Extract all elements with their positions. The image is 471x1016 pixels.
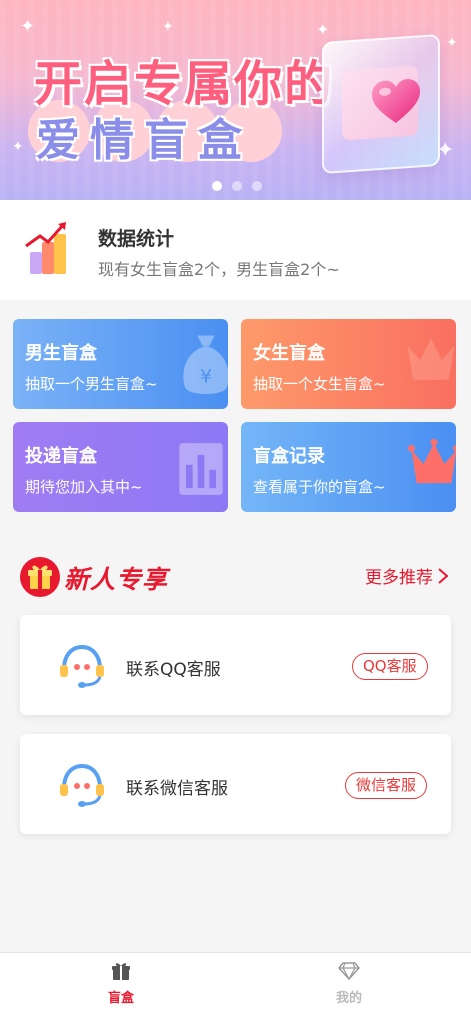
male-blindbox-card[interactable]: ¥ 男生盲盒 抽取一个男生盲盒~ xyxy=(13,319,228,409)
stats-description: 现有女生盲盒2个，男生盲盒2个~ xyxy=(98,260,340,279)
crown-icon xyxy=(407,338,455,380)
blindbox-record-card[interactable]: 盲盒记录 查看属于你的盲盒~ xyxy=(241,422,456,512)
sparkle-icon: ✦ xyxy=(316,20,330,39)
carousel-indicators xyxy=(212,181,262,191)
svg-text:¥: ¥ xyxy=(200,365,212,387)
stats-panel: 数据统计 现有女生盲盒2个，男生盲盒2个~ xyxy=(0,200,471,300)
stats-title: 数据统计 xyxy=(98,228,175,250)
card-description: 抽取一个男生盲盒~ xyxy=(25,375,158,393)
cube-inner xyxy=(342,65,420,141)
qq-service-row[interactable]: 联系QQ客服 QQ客服 xyxy=(20,615,451,715)
carousel-dot[interactable] xyxy=(252,181,262,191)
gift-icon xyxy=(112,963,130,980)
service-label: 联系QQ客服 xyxy=(126,660,221,680)
newcomer-title: 新人专享 xyxy=(64,565,169,594)
carousel-dot[interactable] xyxy=(212,181,222,191)
nav-label: 我的 xyxy=(335,991,362,1006)
card-title: 投递盲盒 xyxy=(25,446,97,467)
wechat-service-row[interactable]: 联系微信客服 微信客服 xyxy=(20,734,451,834)
nav-label: 盲盒 xyxy=(107,991,134,1006)
bottom-navigation: 盲盒 我的 xyxy=(0,952,471,1016)
nav-mine[interactable]: 我的 xyxy=(289,961,409,1006)
headset-icon xyxy=(60,763,104,807)
wechat-service-button[interactable]: 微信客服 xyxy=(345,772,428,799)
sparkle-icon: ✦ xyxy=(12,139,24,155)
card-description: 期待您加入其中~ xyxy=(25,478,143,496)
card-description: 查看属于你的盲盒~ xyxy=(253,478,386,496)
card-title: 女生盲盒 xyxy=(253,343,325,364)
crown-icon xyxy=(408,438,456,484)
qq-service-button[interactable]: QQ客服 xyxy=(352,653,428,680)
card-title: 盲盒记录 xyxy=(253,446,325,467)
deliver-blindbox-card[interactable]: 投递盲盒 期待您加入其中~ xyxy=(13,422,228,512)
sparkle-icon: ✦ xyxy=(162,19,174,35)
carousel-dot[interactable] xyxy=(232,181,242,191)
heart-icon xyxy=(372,79,420,123)
gift-icon xyxy=(28,565,52,589)
diamond-icon xyxy=(338,962,360,981)
bar-chart-icon xyxy=(25,222,66,274)
female-blindbox-card[interactable]: 女生盲盒 抽取一个女生盲盒~ xyxy=(241,319,456,409)
card-description: 抽取一个女生盲盒~ xyxy=(253,375,386,393)
card-title: 男生盲盒 xyxy=(25,343,97,364)
chart-icon xyxy=(179,443,223,495)
promo-banner[interactable]: ✦ ✦ ✦ ✦ ✦ ✦ 开启专属你的 爱情盲盒 xyxy=(0,0,471,200)
glass-cube-illustration xyxy=(322,33,440,175)
more-recommend-label: 更多推荐 xyxy=(365,568,433,588)
sparkle-icon: ✦ xyxy=(20,16,36,37)
sparkle-icon: ✦ xyxy=(446,35,458,51)
nav-blindbox[interactable]: 盲盒 xyxy=(61,961,181,1006)
money-bag-icon: ¥ xyxy=(183,335,228,395)
chevron-right-icon xyxy=(438,567,449,584)
banner-subheadline: 爱情盲盒 xyxy=(36,115,252,166)
service-label: 联系微信客服 xyxy=(126,779,228,799)
headset-icon xyxy=(60,644,104,688)
gift-badge xyxy=(20,557,60,597)
more-recommend-link[interactable]: 更多推荐 xyxy=(365,563,449,588)
